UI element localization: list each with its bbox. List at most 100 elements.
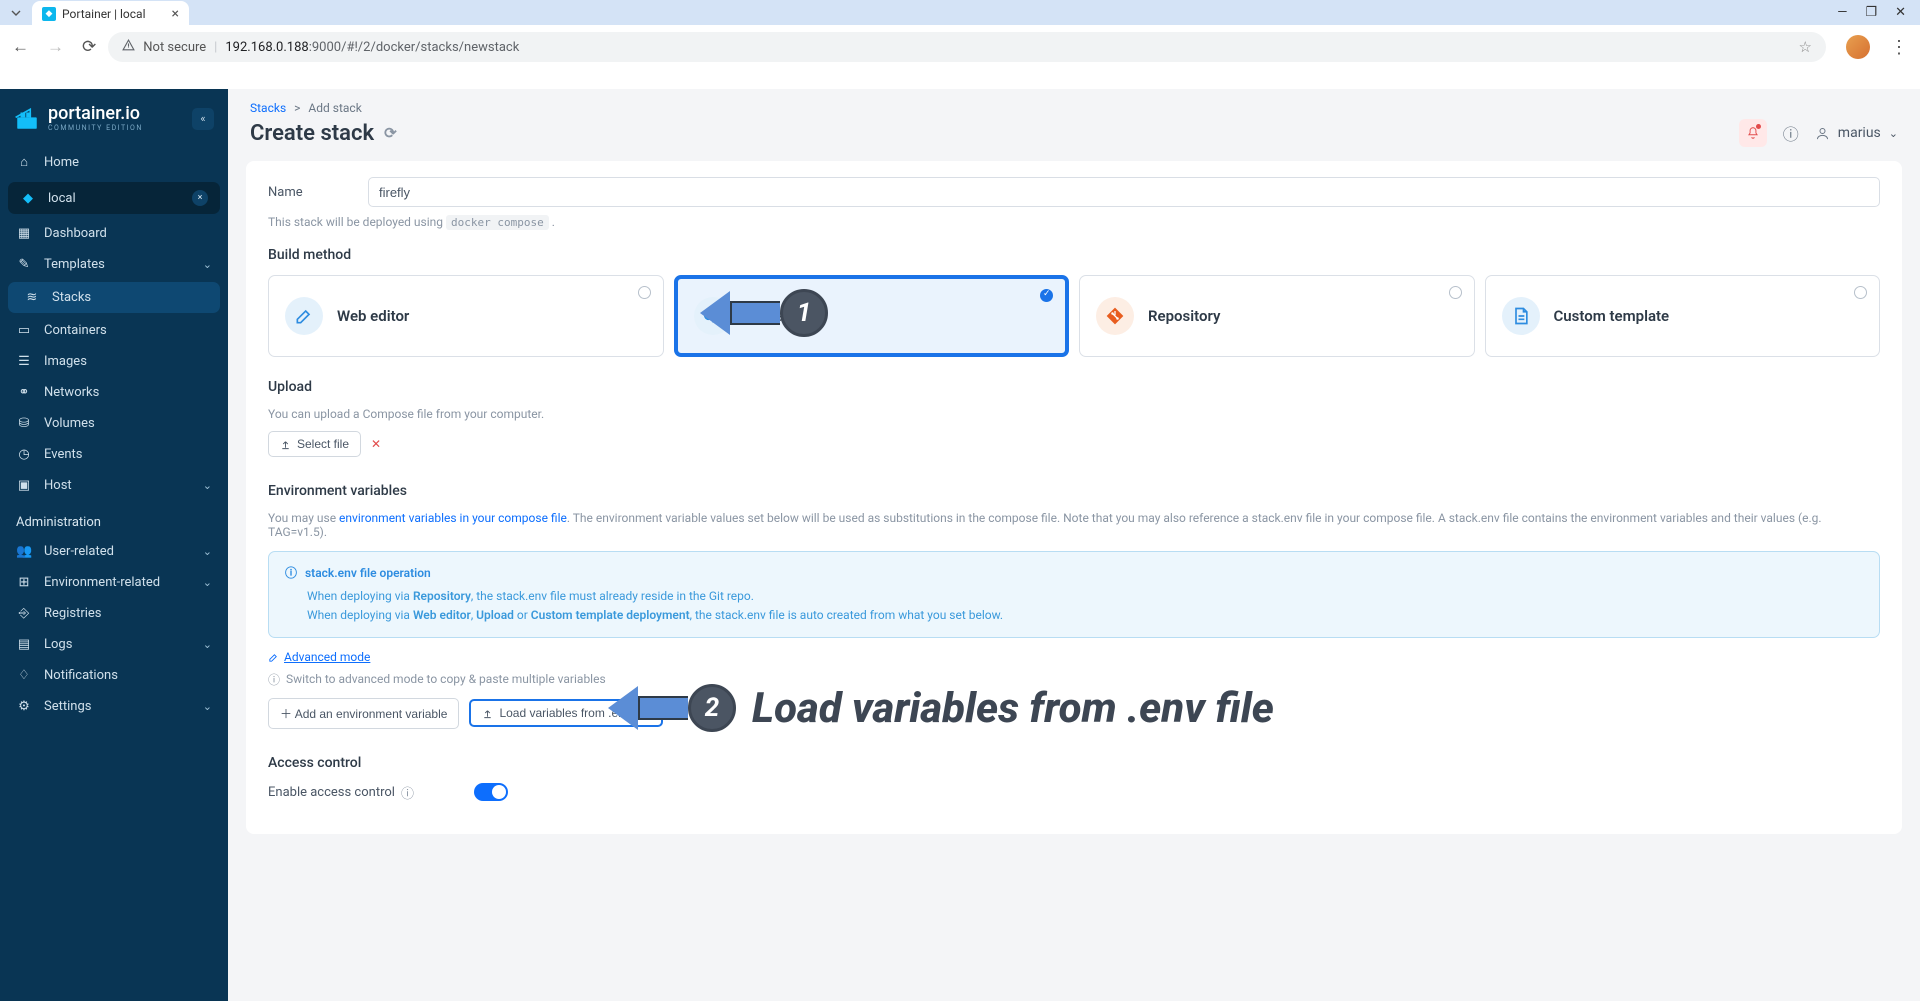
- nav-templates[interactable]: ✎Templates⌄: [0, 249, 228, 280]
- globe-icon: ⊞: [16, 575, 32, 590]
- select-file-button[interactable]: Select file: [268, 431, 361, 457]
- access-control-toggle[interactable]: [474, 783, 508, 801]
- access-control-title: Access control: [268, 755, 1880, 771]
- nav-label: Home: [44, 155, 79, 170]
- nav-notifications[interactable]: ♢Notifications: [0, 660, 228, 691]
- radio-icon: [1854, 286, 1867, 299]
- window-controls: — ❐ ✕: [1837, 5, 1912, 20]
- url-text: 192.168.0.188:9000/#!/2/docker/stacks/ne…: [225, 40, 519, 55]
- build-method-title: Build method: [268, 247, 1880, 263]
- chevron-down-icon: ⌄: [203, 576, 212, 589]
- nav-label: local: [48, 191, 76, 206]
- chevron-down-icon: ⌄: [1889, 127, 1898, 140]
- sidebar: portainer.io COMMUNITY EDITION « ⌂ Home …: [0, 89, 228, 1001]
- volumes-icon: ⛁: [16, 416, 32, 431]
- help-icon[interactable]: ⓘ: [401, 783, 414, 802]
- back-button[interactable]: ←: [12, 37, 29, 57]
- add-env-var-button[interactable]: ＋ Add an environment variable: [268, 698, 459, 729]
- nav-user-related[interactable]: 👥User-related⌄: [0, 536, 228, 567]
- events-icon: ◷: [16, 447, 32, 462]
- help-icon[interactable]: ⓘ: [1783, 121, 1799, 145]
- minimize-button[interactable]: —: [1837, 5, 1847, 20]
- method-label: Upload: [746, 307, 793, 325]
- page-title: Create stack ⟳: [250, 121, 397, 146]
- refresh-icon[interactable]: ⟳: [384, 124, 397, 142]
- advanced-mode-hint: ⓘSwitch to advanced mode to copy & paste…: [268, 671, 1880, 688]
- nav-logs[interactable]: ▤Logs⌄: [0, 629, 228, 660]
- stack-env-info: ⓘstack.env file operation When deploying…: [268, 551, 1880, 638]
- profile-avatar[interactable]: [1846, 35, 1870, 59]
- clear-file-icon[interactable]: ✕: [371, 437, 381, 451]
- build-method-grid: Web editor Upload Repository: [268, 275, 1880, 357]
- nav-label: Dashboard: [44, 226, 107, 241]
- nav-label: Volumes: [44, 416, 95, 431]
- nav-settings[interactable]: ⚙Settings⌄: [0, 691, 228, 722]
- forward-button[interactable]: →: [47, 37, 64, 57]
- template-icon: [1502, 297, 1540, 335]
- method-upload[interactable]: Upload: [674, 275, 1070, 357]
- dashboard-icon: ▦: [16, 226, 32, 241]
- browser-tab[interactable]: ◆ Portainer | local ×: [32, 1, 189, 26]
- notifications-button[interactable]: [1739, 119, 1767, 147]
- info-icon: ⓘ: [285, 564, 297, 581]
- close-icon[interactable]: ×: [172, 6, 179, 22]
- browser-toolbar: ← → ⟳ Not secure | 192.168.0.188:9000/#!…: [0, 25, 1920, 69]
- sidebar-header: portainer.io COMMUNITY EDITION «: [0, 99, 228, 146]
- deploy-hint: This stack will be deployed using docker…: [268, 215, 1880, 229]
- close-icon[interactable]: ×: [192, 190, 208, 206]
- nav-label: Host: [44, 478, 72, 493]
- reload-button[interactable]: ⟳: [82, 37, 96, 57]
- stacks-icon: ≋: [24, 290, 40, 305]
- close-window-button[interactable]: ✕: [1895, 5, 1906, 20]
- info-icon: ⓘ: [268, 671, 280, 688]
- method-repository[interactable]: Repository: [1079, 275, 1475, 357]
- browser-menu-icon[interactable]: ⋮: [1890, 37, 1908, 58]
- nav-label: Networks: [44, 385, 99, 400]
- nav-dashboard[interactable]: ▦ Dashboard: [0, 218, 228, 249]
- gear-icon: ⚙: [16, 699, 32, 714]
- nav-label: Registries: [44, 606, 102, 621]
- address-bar[interactable]: Not secure | 192.168.0.188:9000/#!/2/doc…: [108, 32, 1826, 62]
- env-desc: You may use environment variables in you…: [268, 511, 1880, 539]
- breadcrumb-root[interactable]: Stacks: [250, 101, 286, 115]
- env-docs-link[interactable]: environment variables in your compose fi…: [339, 511, 567, 525]
- name-label: Name: [268, 185, 368, 200]
- images-icon: ☰: [16, 354, 32, 369]
- bookmark-icon[interactable]: ☆: [1799, 38, 1812, 56]
- main-content: Stacks > Add stack Create stack ⟳ ⓘ mari…: [228, 89, 1920, 1001]
- collapse-sidebar-button[interactable]: «: [192, 108, 214, 130]
- maximize-button[interactable]: ❐: [1865, 5, 1877, 20]
- tab-list-dropdown-icon[interactable]: [8, 5, 24, 21]
- chevron-down-icon: ⌄: [203, 479, 212, 492]
- nav-host[interactable]: ▣Host⌄: [0, 470, 228, 501]
- nav-home[interactable]: ⌂ Home: [0, 146, 228, 178]
- nav-environment-related[interactable]: ⊞Environment-related⌄: [0, 567, 228, 598]
- nav-label: Templates: [44, 257, 105, 272]
- user-menu[interactable]: marius ⌄: [1815, 125, 1898, 141]
- nav-events[interactable]: ◷Events: [0, 439, 228, 470]
- nav-registries[interactable]: ⎆Registries: [0, 598, 228, 629]
- breadcrumb: Stacks > Add stack: [228, 89, 1920, 115]
- upload-title: Upload: [268, 379, 1880, 395]
- nav-stacks[interactable]: ≋ Stacks: [8, 282, 220, 313]
- load-env-file-button[interactable]: Load variables from .env file: [469, 699, 662, 727]
- radio-icon: [1449, 286, 1462, 299]
- breadcrumb-current: Add stack: [308, 101, 361, 115]
- create-stack-panel: Name This stack will be deployed using d…: [246, 161, 1902, 834]
- nav-environment[interactable]: ◆ local ×: [8, 182, 220, 214]
- nav-label: Settings: [44, 699, 91, 714]
- nav-networks[interactable]: ⚭Networks: [0, 377, 228, 408]
- nav-label: Stacks: [52, 290, 91, 305]
- method-web-editor[interactable]: Web editor: [268, 275, 664, 357]
- stack-name-input[interactable]: [368, 177, 1880, 207]
- nav-images[interactable]: ☰Images: [0, 346, 228, 377]
- method-custom-template[interactable]: Custom template: [1485, 275, 1881, 357]
- upload-desc: You can upload a Compose file from your …: [268, 407, 1880, 421]
- nav-containers[interactable]: ▭Containers: [0, 315, 228, 346]
- templates-icon: ✎: [16, 257, 32, 272]
- nav-label: User-related: [44, 544, 114, 559]
- nav-volumes[interactable]: ⛁ Volumes: [0, 408, 228, 439]
- tab-title: Portainer | local: [62, 7, 146, 21]
- chevron-down-icon: ⌄: [203, 545, 212, 558]
- advanced-mode-link[interactable]: Advanced mode: [268, 650, 370, 664]
